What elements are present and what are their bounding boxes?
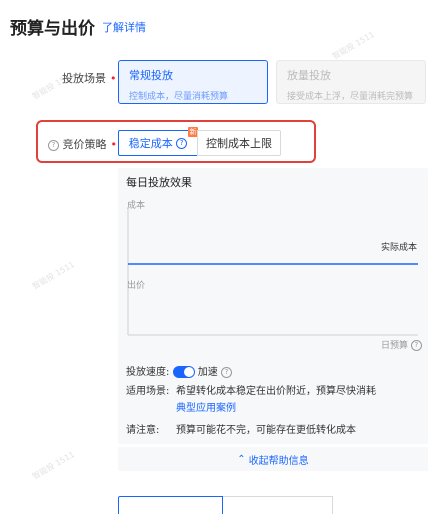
next-option-left[interactable] <box>118 496 223 514</box>
option-subtitle: 接受成本上浮，尽量消耗完预算 <box>287 92 414 102</box>
watermark: 智能投 1511 <box>30 259 77 292</box>
placement-label: 投放场景 • <box>62 70 117 86</box>
speed-row: 投放速度: 加速 ? <box>126 363 232 378</box>
bidding-option-cost-cap[interactable]: 控制成本上限 <box>197 130 281 156</box>
speed-toggle[interactable] <box>172 366 195 378</box>
required-mark: • <box>110 138 118 151</box>
help-icon[interactable]: ? <box>176 137 188 149</box>
detail-link[interactable]: 了解详情 <box>102 19 146 35</box>
actual-cost-label: 实际成本 <box>381 243 418 253</box>
x-axis-label: 日预算 ? <box>381 338 422 351</box>
help-icon[interactable]: ? <box>220 366 232 378</box>
bidding-option-label: 稳定成本 <box>128 137 173 150</box>
help-icon[interactable]: ? <box>410 340 422 351</box>
required-mark: • <box>110 72 117 85</box>
page-title: 预算与出价 <box>10 19 95 39</box>
watermark: 智能投 1511 <box>30 449 77 482</box>
placement-label-text: 投放场景 <box>62 72 106 85</box>
option-title: 放量投放 <box>287 69 331 82</box>
effect-diagram <box>127 208 418 336</box>
bid-label: 出价 <box>127 281 146 291</box>
note-label: 请注意: <box>126 425 160 436</box>
option-title: 常规投放 <box>129 69 173 82</box>
case-link[interactable]: 典型应用案例 <box>176 399 236 414</box>
scenario-label: 适用场景: <box>126 386 170 397</box>
scenario-text: 希望转化成本稳定在出价附近，预算尽快消耗 <box>176 386 376 397</box>
note-text: 预算可能花不完，可能存在更低转化成本 <box>176 425 356 436</box>
bidding-option-stable-cost[interactable]: 稳定成本 ? <box>118 130 198 156</box>
chart-title: 每日投放效果 <box>126 176 192 189</box>
y-axis-label: 成本 <box>127 201 146 211</box>
x-axis-label-text: 日预算 <box>381 341 409 351</box>
bidding-label-text: 竞价策略 <box>62 138 107 151</box>
chevron-up-icon: ⌃ <box>237 453 246 465</box>
option-subtitle: 控制成本，尽量消耗预算 <box>129 92 229 102</box>
collapse-help-label: 收起帮助信息 <box>248 455 309 467</box>
bidding-option-label: 控制成本上限 <box>206 137 272 150</box>
placement-option-regular[interactable]: 常规投放 控制成本，尽量消耗预算 <box>118 60 268 104</box>
watermark: 智能投 1511 <box>330 29 377 62</box>
collapse-help-bar[interactable]: ⌃ 收起帮助信息 <box>118 447 428 471</box>
speed-value: 加速 <box>197 367 218 378</box>
bidding-label: ? 竞价策略 • <box>48 136 117 152</box>
placement-option-volume[interactable]: 放量投放 接受成本上浮，尽量消耗完预算 <box>276 60 426 104</box>
help-icon[interactable]: ? <box>48 139 59 151</box>
next-option-right[interactable] <box>223 496 333 514</box>
speed-label: 投放速度: <box>126 367 170 378</box>
